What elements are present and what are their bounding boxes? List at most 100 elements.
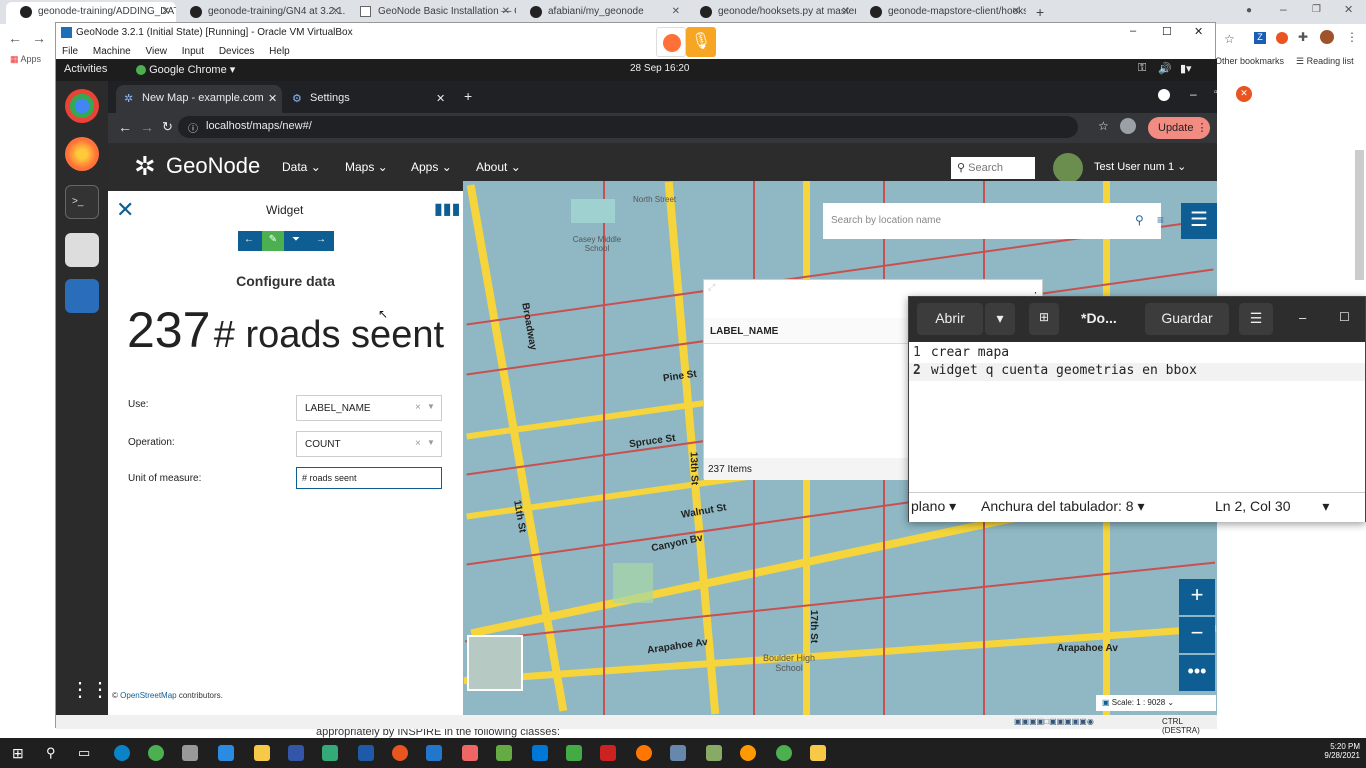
geonode-logo-icon[interactable]: ✲ (134, 151, 156, 182)
search-icon[interactable]: ⚲ (46, 745, 56, 761)
qgis-icon[interactable] (496, 745, 512, 761)
operation-select[interactable]: COUNT × ▼ (296, 431, 442, 457)
bookmark-star-icon[interactable]: ☆ (1224, 32, 1235, 46)
vbox-maximize-button[interactable]: ☐ (1162, 25, 1172, 38)
profile-avatar[interactable] (1320, 30, 1334, 44)
menu-kebab-icon[interactable]: ⋮ (1346, 30, 1358, 44)
store-icon[interactable] (182, 745, 198, 761)
background-selector[interactable] (467, 635, 523, 691)
app-icon[interactable] (288, 745, 304, 761)
close-window-button[interactable]: ✕ (1236, 86, 1252, 102)
avatar[interactable] (1053, 153, 1083, 183)
maximize-button[interactable]: ☐ (1339, 310, 1350, 324)
address-bar[interactable]: ⓘ localhost/maps/new#/ (178, 116, 1078, 138)
microphone-icon[interactable]: 🎙 (686, 27, 716, 57)
app-icon[interactable] (740, 745, 756, 761)
filezilla-icon[interactable] (600, 745, 616, 761)
bookmark-star-icon[interactable]: ☆ (1098, 119, 1109, 133)
close-icon[interactable]: ✕ (268, 92, 277, 105)
extension-z-icon[interactable]: Z (1254, 32, 1266, 44)
new-tab-icon[interactable]: ⊞ (1029, 303, 1059, 335)
vscode-icon[interactable] (532, 745, 548, 761)
other-bookmarks[interactable]: Other bookmarks (1215, 56, 1284, 66)
extensions-puzzle-icon[interactable]: ✚ (1298, 30, 1308, 44)
minimize-button[interactable]: – (1190, 87, 1197, 101)
new-tab-button[interactable]: + (464, 88, 472, 104)
language-selector[interactable]: plano ▾ (911, 498, 956, 515)
firefox-dock-icon[interactable] (65, 137, 99, 171)
zoom-out-button[interactable]: − (1179, 617, 1215, 653)
restore-button[interactable]: ▫ (1214, 87, 1218, 98)
powershell-icon[interactable] (358, 745, 374, 761)
menu-help[interactable]: Help (269, 46, 290, 57)
app-icon[interactable] (566, 745, 582, 761)
chevron-down-icon[interactable]: ▼ (427, 438, 435, 447)
use-select[interactable]: LABEL_NAME × ▼ (296, 395, 442, 421)
reload-icon[interactable]: ↻ (162, 119, 173, 135)
host-tab-1[interactable]: geonode-training/ADDING_DATA...✕ (6, 2, 176, 24)
menu-maps[interactable]: Maps ⌄ (345, 160, 388, 174)
gedit-text-area[interactable]: 1 crear mapa 2 widget q cuenta geometria… (909, 342, 1365, 492)
search-options-icon[interactable]: ≡ (1157, 213, 1164, 227)
forward-icon[interactable]: → (32, 30, 46, 46)
app-icon[interactable] (322, 745, 338, 761)
geonode-search-input[interactable]: ⚲ Search (951, 157, 1035, 179)
close-icon[interactable]: ✕ (332, 6, 340, 17)
update-button[interactable]: Update ⋮ (1148, 117, 1210, 139)
menu-apps[interactable]: Apps ⌄ (411, 160, 452, 174)
app-icon[interactable] (462, 745, 478, 761)
cursor-position[interactable]: Ln 2, Col 30 ▾ (1215, 498, 1329, 515)
chevron-down-icon[interactable]: ▼ (427, 402, 435, 411)
tab-search-icon[interactable] (1158, 89, 1170, 101)
close-icon[interactable]: ✕ (436, 92, 445, 105)
extension-icon[interactable] (1276, 32, 1288, 44)
menu-devices[interactable]: Devices (219, 46, 255, 57)
minimize-button[interactable]: – (1299, 310, 1306, 325)
forward-icon[interactable]: → (140, 119, 154, 135)
close-icon[interactable]: ✕ (116, 197, 134, 223)
open-dropdown-button[interactable]: ▾ (985, 303, 1015, 335)
chrome-icon[interactable] (776, 745, 792, 761)
user-menu[interactable]: Test User num 1 ⌄ (1094, 160, 1186, 173)
unit-of-measure-input[interactable]: # roads seent (296, 467, 442, 489)
host-tab-3[interactable]: GeoNode Basic Installation — Ge...✕ (346, 2, 516, 24)
close-icon[interactable]: ✕ (842, 6, 850, 17)
restore-button[interactable]: ❐ (1312, 4, 1321, 15)
app-menu[interactable]: Google Chrome ▾ (136, 63, 235, 76)
location-search-input[interactable]: Search by location name ⚲ ≡ (823, 203, 1164, 239)
text-editor-dock-icon[interactable] (65, 279, 99, 313)
arrow-left-icon[interactable]: ← (244, 234, 254, 245)
tab-width-selector[interactable]: Anchura del tabulador: 8 ▾ (981, 498, 1144, 515)
minimize-button[interactable]: – (1280, 2, 1287, 16)
clear-icon[interactable]: × (415, 402, 421, 413)
arrow-right-icon[interactable]: → (316, 234, 326, 245)
app-icon[interactable] (810, 745, 826, 761)
close-window-button[interactable]: ✕ (1344, 3, 1353, 16)
clock[interactable]: 28 Sep 16:20 (630, 63, 690, 74)
firefox-indicator[interactable] (656, 27, 686, 57)
virtualbox-icon[interactable] (426, 745, 442, 761)
app-icon[interactable] (636, 745, 652, 761)
more-tools-button[interactable]: ••• (1179, 655, 1215, 691)
tab-new-map[interactable]: ✲ New Map - example.com ✕ (116, 85, 282, 113)
host-tab-5[interactable]: geonode/hooksets.py at master... ✕ (686, 2, 856, 24)
profile-icon[interactable] (1120, 118, 1136, 134)
app-icon[interactable] (706, 745, 722, 761)
close-icon[interactable]: ✕ (672, 6, 680, 17)
windows-start-icon[interactable]: ⊞ (12, 745, 24, 762)
vbox-minimize-button[interactable]: – (1130, 25, 1136, 37)
close-icon[interactable]: ✕ (502, 6, 510, 17)
vbox-close-button[interactable]: ✕ (1194, 25, 1203, 38)
file-explorer-icon[interactable] (254, 745, 270, 761)
app-icon[interactable] (218, 745, 234, 761)
osm-link[interactable]: OpenStreetMap (120, 691, 176, 700)
host-tab-4[interactable]: afabiani/my_geonode ✕ (516, 2, 686, 24)
app-icon[interactable] (670, 745, 686, 761)
menu-view[interactable]: View (146, 46, 168, 57)
task-view-icon[interactable]: ▭ (78, 745, 90, 761)
battery-icon[interactable]: ▮▾ (1180, 62, 1192, 75)
scrollbar-thumb[interactable] (1355, 150, 1364, 280)
system-clock[interactable]: 5:20 PM 9/28/2021 (1310, 742, 1360, 760)
reading-list[interactable]: ☰ Reading list (1296, 56, 1354, 67)
chrome-icon[interactable] (148, 745, 164, 761)
